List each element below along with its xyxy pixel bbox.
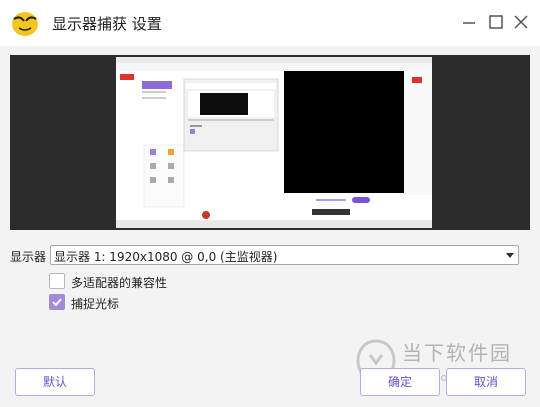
capture-preview (10, 55, 530, 230)
window-title: 显示器捕获 设置 (52, 15, 162, 33)
display-select[interactable]: 显示器 1: 1920x1080 @ 0,0 (主监视器) (50, 245, 519, 265)
ok-button[interactable]: 确定 (360, 368, 440, 396)
capture-cursor-label: 捕捉光标 (71, 297, 120, 311)
capture-cursor-checkbox[interactable] (49, 294, 65, 310)
minimize-button[interactable] (459, 12, 479, 32)
check-icon (52, 298, 62, 307)
app-logo-icon (12, 12, 38, 36)
title-bar: 显示器捕获 设置 (0, 0, 540, 46)
compat-label: 多适配器的兼容性 (71, 276, 168, 290)
chevron-down-icon (506, 253, 514, 258)
captured-screen-image (116, 57, 432, 228)
cancel-button[interactable]: 取消 (446, 368, 526, 396)
watermark-text: 当下软件园 (402, 341, 512, 365)
default-button[interactable]: 默认 (15, 368, 95, 396)
display-select-value: 显示器 1: 1920x1080 @ 0,0 (主监视器) (54, 250, 278, 264)
maximize-button[interactable] (486, 12, 506, 32)
compat-checkbox[interactable] (49, 273, 65, 289)
display-label: 显示器 (10, 250, 47, 264)
close-button[interactable] (511, 12, 531, 32)
